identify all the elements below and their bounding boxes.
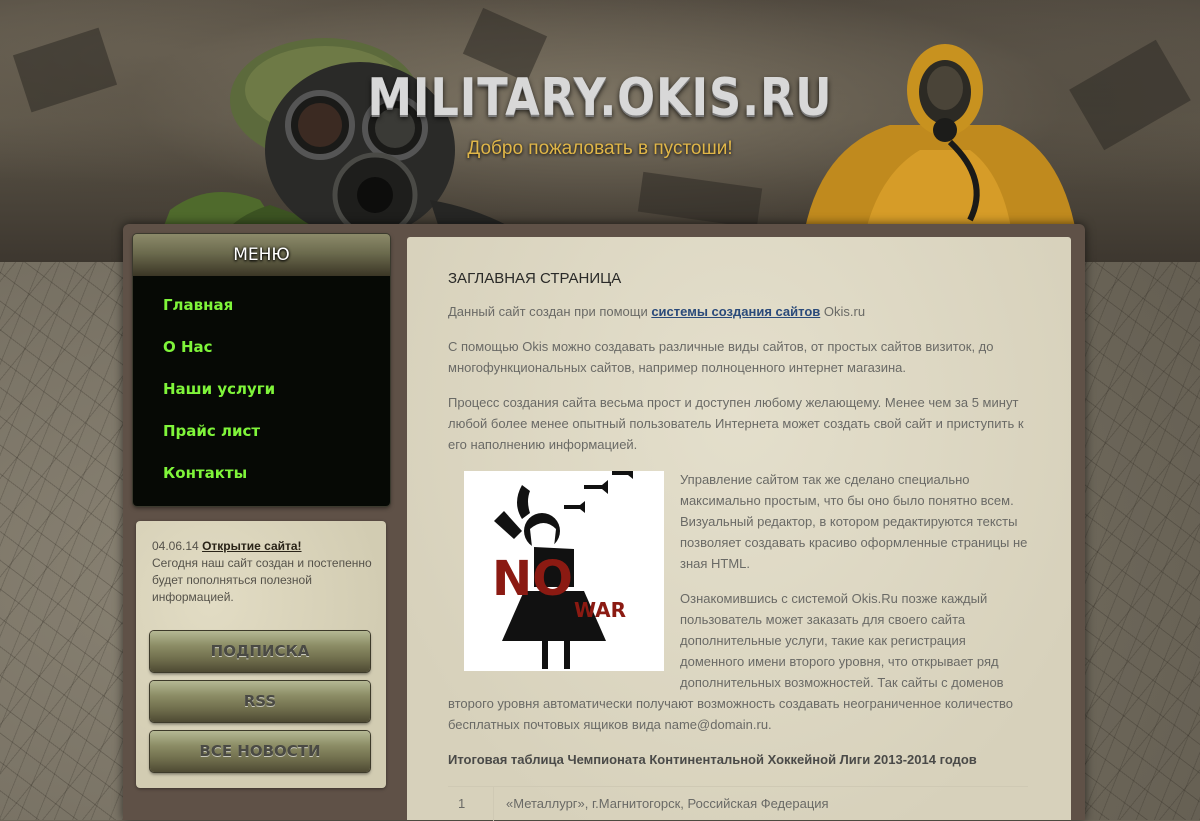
poster-no-text: NO: [492, 551, 573, 607]
rss-button[interactable]: RSS: [150, 681, 370, 722]
table-cell-team: «Металлург», г.Магнитогорск, Российская …: [506, 796, 829, 811]
news-date: 04.06.14: [152, 539, 199, 553]
table-row: 1 «Металлург», г.Магнитогорск, Российска…: [448, 786, 1028, 821]
menu-item-services[interactable]: Наши услуги: [133, 368, 390, 410]
site-slogan: Добро пожаловать в пустоши!: [467, 138, 733, 159]
poster-war-text: WAR: [574, 598, 626, 622]
main-menu: МЕНЮ Главная О Нас Наши услуги Прайс лис…: [133, 234, 390, 506]
news-text: Сегодня наш сайт создан и постепенно буд…: [152, 556, 372, 604]
paragraph-process: Процесс создания сайта весьма прост и до…: [448, 395, 1024, 452]
rubble-shape: [637, 171, 763, 229]
page-title: ЗАГЛАВНАЯ СТРАНИЦА: [448, 270, 622, 287]
site-builder-link[interactable]: системы создания сайтов: [651, 304, 820, 319]
table-cell-rank: 1: [448, 787, 494, 821]
table-caption: Итоговая таблица Чемпионата Континенталь…: [448, 752, 977, 767]
menu-item-contacts[interactable]: Контакты: [133, 452, 390, 494]
menu-item-about[interactable]: О Нас: [133, 326, 390, 368]
no-war-poster-image: NO WAR: [464, 467, 664, 671]
paragraph-types: С помощью Okis можно создавать различные…: [448, 339, 994, 375]
news-item: 04.06.14 Открытие сайта! Сегодня наш сай…: [152, 538, 372, 606]
news-box: 04.06.14 Открытие сайта! Сегодня наш сай…: [136, 521, 386, 788]
header-banner: MILITARY.OKIS.RU Добро пожаловать в пуст…: [0, 0, 1200, 262]
menu-list: Главная О Нас Наши услуги Прайс лист Кон…: [133, 276, 390, 506]
menu-heading: МЕНЮ: [133, 234, 390, 276]
site-title: MILITARY.OKIS.RU: [367, 68, 833, 128]
all-news-button[interactable]: ВСЕ НОВОСТИ: [150, 731, 370, 772]
paragraph-intro: Данный сайт создан при помощи системы со…: [448, 301, 1028, 322]
menu-item-home[interactable]: Главная: [133, 284, 390, 326]
main-content: ЗАГЛАВНАЯ СТРАНИЦА Данный сайт создан пр…: [407, 237, 1071, 821]
subscribe-button[interactable]: ПОДПИСКА: [150, 631, 370, 672]
poster-illustration: NO WAR: [464, 467, 664, 671]
intro-suffix: Okis.ru: [820, 304, 866, 319]
menu-item-prices[interactable]: Прайс лист: [133, 410, 390, 452]
intro-text: Данный сайт создан при помощи: [448, 304, 652, 319]
content-body: ЗАГЛАВНАЯ СТРАНИЦА Данный сайт создан пр…: [448, 269, 1028, 821]
news-headline-link[interactable]: Открытие сайта!: [202, 539, 301, 553]
